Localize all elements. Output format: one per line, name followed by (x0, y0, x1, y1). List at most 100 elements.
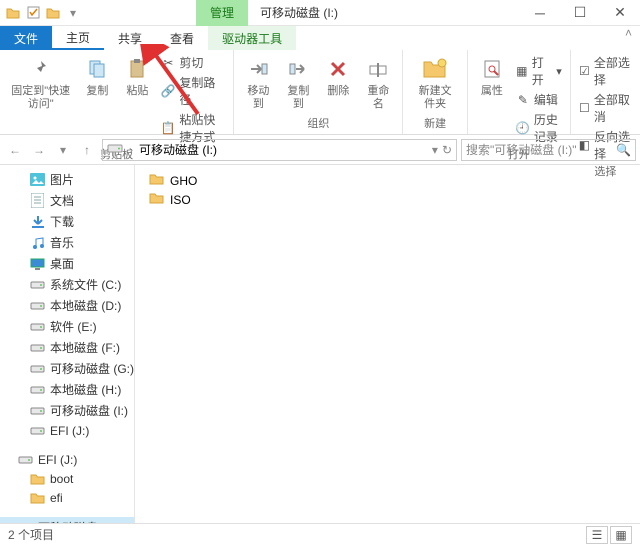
new-folder-icon (421, 55, 449, 83)
file-item[interactable]: ISO (145, 190, 325, 209)
file-name: ISO (170, 193, 191, 207)
tree-item[interactable]: 系统文件 (C:) (0, 274, 134, 295)
tree-item-label: 可移动磁盘 (G:) (50, 360, 134, 377)
tree-item[interactable]: 可移动磁盘 (I:) (0, 400, 134, 421)
tab-share[interactable]: 共享 (104, 26, 156, 50)
back-button[interactable]: ← (4, 139, 26, 161)
tab-view[interactable]: 查看 (156, 26, 208, 50)
path-icon: 🔗 (161, 84, 175, 98)
drive-icon (107, 142, 123, 157)
rename-button[interactable]: 重命名 (360, 53, 396, 113)
tree-item[interactable]: 可移动磁盘 (I:) (0, 517, 134, 523)
manage-contextual-tab[interactable]: 管理 (196, 0, 248, 26)
checkbox-icon[interactable] (24, 4, 42, 22)
forward-button[interactable]: → (28, 139, 50, 161)
folder-icon (30, 490, 45, 505)
refresh-button[interactable]: ↻ (442, 143, 452, 157)
select-all-button[interactable]: ☑全部选择 (577, 53, 634, 89)
group-clipboard: 固定到"快速访问" 复制 粘贴 ✂剪切 🔗复制路径 📋粘贴快捷方式 剪贴板 (0, 50, 234, 134)
ribbon-tabs: 文件 主页 共享 查看 驱动器工具 ˄ (0, 26, 640, 50)
move-icon (244, 55, 272, 83)
tab-drive-tools[interactable]: 驱动器工具 (208, 26, 296, 50)
tree-item[interactable]: 图片 (0, 169, 134, 190)
tree-item[interactable]: 本地磁盘 (H:) (0, 379, 134, 400)
pin-to-quick-access-button[interactable]: 固定到"快速访问" (6, 53, 75, 113)
refresh-dropdown-icon[interactable]: ▾ (432, 143, 438, 157)
new-folder-button[interactable]: 新建文件夹 (409, 53, 461, 113)
status-bar: 2 个项目 ☰ ▦ (0, 523, 640, 545)
tab-home[interactable]: 主页 (52, 26, 104, 50)
file-item[interactable]: GHO (145, 171, 325, 190)
group-open: 属性 ▦打开▾ ✎编辑 🕘历史记录 打开 (468, 50, 571, 134)
icons-view-button[interactable]: ▦ (610, 526, 632, 544)
minimize-button[interactable]: ─ (520, 0, 560, 26)
copyto-icon (284, 55, 312, 83)
edit-button[interactable]: ✎编辑 (514, 90, 564, 109)
up-button[interactable]: ↑ (76, 139, 98, 161)
tree-item[interactable]: 软件 (E:) (0, 316, 134, 337)
tree-item[interactable]: 桌面 (0, 253, 134, 274)
drive-icon (30, 277, 45, 292)
drive-icon (30, 382, 45, 397)
group-new: 新建文件夹 新建 (403, 50, 468, 134)
copy-path-button[interactable]: 🔗复制路径 (159, 73, 227, 109)
breadcrumb-current: 可移动磁盘 (I:) (139, 141, 217, 158)
tree-item[interactable]: 文档 (0, 190, 134, 211)
select-none-button[interactable]: ☐全部取消 (577, 90, 634, 126)
edit-icon: ✎ (516, 93, 530, 107)
title-bar: ▾ 管理 可移动磁盘 (I:) ─ ☐ ✕ (0, 0, 640, 26)
pin-icon (27, 55, 55, 83)
tree-item[interactable]: 下载 (0, 211, 134, 232)
cut-button[interactable]: ✂剪切 (159, 53, 227, 72)
open-button[interactable]: ▦打开▾ (514, 53, 564, 89)
tree-item[interactable]: EFI (J:) (0, 450, 134, 469)
folder-icon (149, 173, 164, 188)
drive-icon (30, 361, 45, 376)
group-organize: 移动到 复制到 删除 重命名 组织 (234, 50, 403, 134)
tree-item-label: 文档 (50, 192, 74, 209)
drive-icon (30, 423, 45, 438)
tab-file[interactable]: 文件 (0, 26, 52, 50)
tree-item-label: 下载 (50, 213, 74, 230)
tree-item[interactable]: boot (0, 469, 134, 488)
recent-locations-button[interactable]: ▾ (52, 139, 74, 161)
tree-item[interactable]: 本地磁盘 (D:) (0, 295, 134, 316)
file-name: GHO (170, 174, 197, 188)
properties-icon (478, 55, 506, 83)
window-title: 可移动磁盘 (I:) (248, 4, 350, 21)
navigation-tree[interactable]: 图片文档下载音乐桌面系统文件 (C:)本地磁盘 (D:)软件 (E:)本地磁盘 … (0, 165, 135, 523)
tree-item[interactable]: 可移动磁盘 (G:) (0, 358, 134, 379)
copy-to-button[interactable]: 复制到 (280, 53, 316, 113)
copy-button[interactable]: 复制 (79, 53, 115, 100)
download-icon (30, 214, 45, 229)
item-count: 2 个项目 (8, 526, 54, 543)
search-icon: 🔍 (616, 143, 631, 157)
breadcrumb[interactable]: › 可移动磁盘 (I:) ▾ ↻ (102, 139, 457, 161)
details-view-button[interactable]: ☰ (586, 526, 608, 544)
folder-icon (149, 192, 164, 207)
tree-item[interactable]: 本地磁盘 (F:) (0, 337, 134, 358)
tree-item[interactable]: 音乐 (0, 232, 134, 253)
cut-icon: ✂ (161, 56, 175, 70)
tree-item[interactable]: EFI (J:) (0, 421, 134, 440)
paste-button[interactable]: 粘贴 (119, 53, 155, 100)
select-all-icon: ☑ (579, 64, 590, 78)
tree-item-label: 可移动磁盘 (I:) (50, 402, 128, 419)
maximize-button[interactable]: ☐ (560, 0, 600, 26)
tree-item[interactable]: efi (0, 488, 134, 507)
search-input[interactable]: 搜索"可移动磁盘 (I:)" 🔍 (461, 139, 636, 161)
dropdown-icon[interactable]: ▾ (64, 4, 82, 22)
file-list[interactable]: GHO ISO (135, 165, 640, 523)
properties-button[interactable]: 属性 (474, 53, 510, 100)
history-icon: 🕘 (516, 121, 530, 135)
doc-icon (30, 193, 45, 208)
collapse-ribbon-icon[interactable]: ˄ (617, 26, 640, 50)
drive-icon (30, 340, 45, 355)
drive-icon (30, 298, 45, 313)
folder-icon (4, 4, 22, 22)
tree-item-label: 可移动磁盘 (I:) (38, 519, 116, 523)
delete-button[interactable]: 删除 (320, 53, 356, 100)
move-to-button[interactable]: 移动到 (240, 53, 276, 113)
tree-item-label: EFI (J:) (50, 424, 89, 438)
close-button[interactable]: ✕ (600, 0, 640, 26)
